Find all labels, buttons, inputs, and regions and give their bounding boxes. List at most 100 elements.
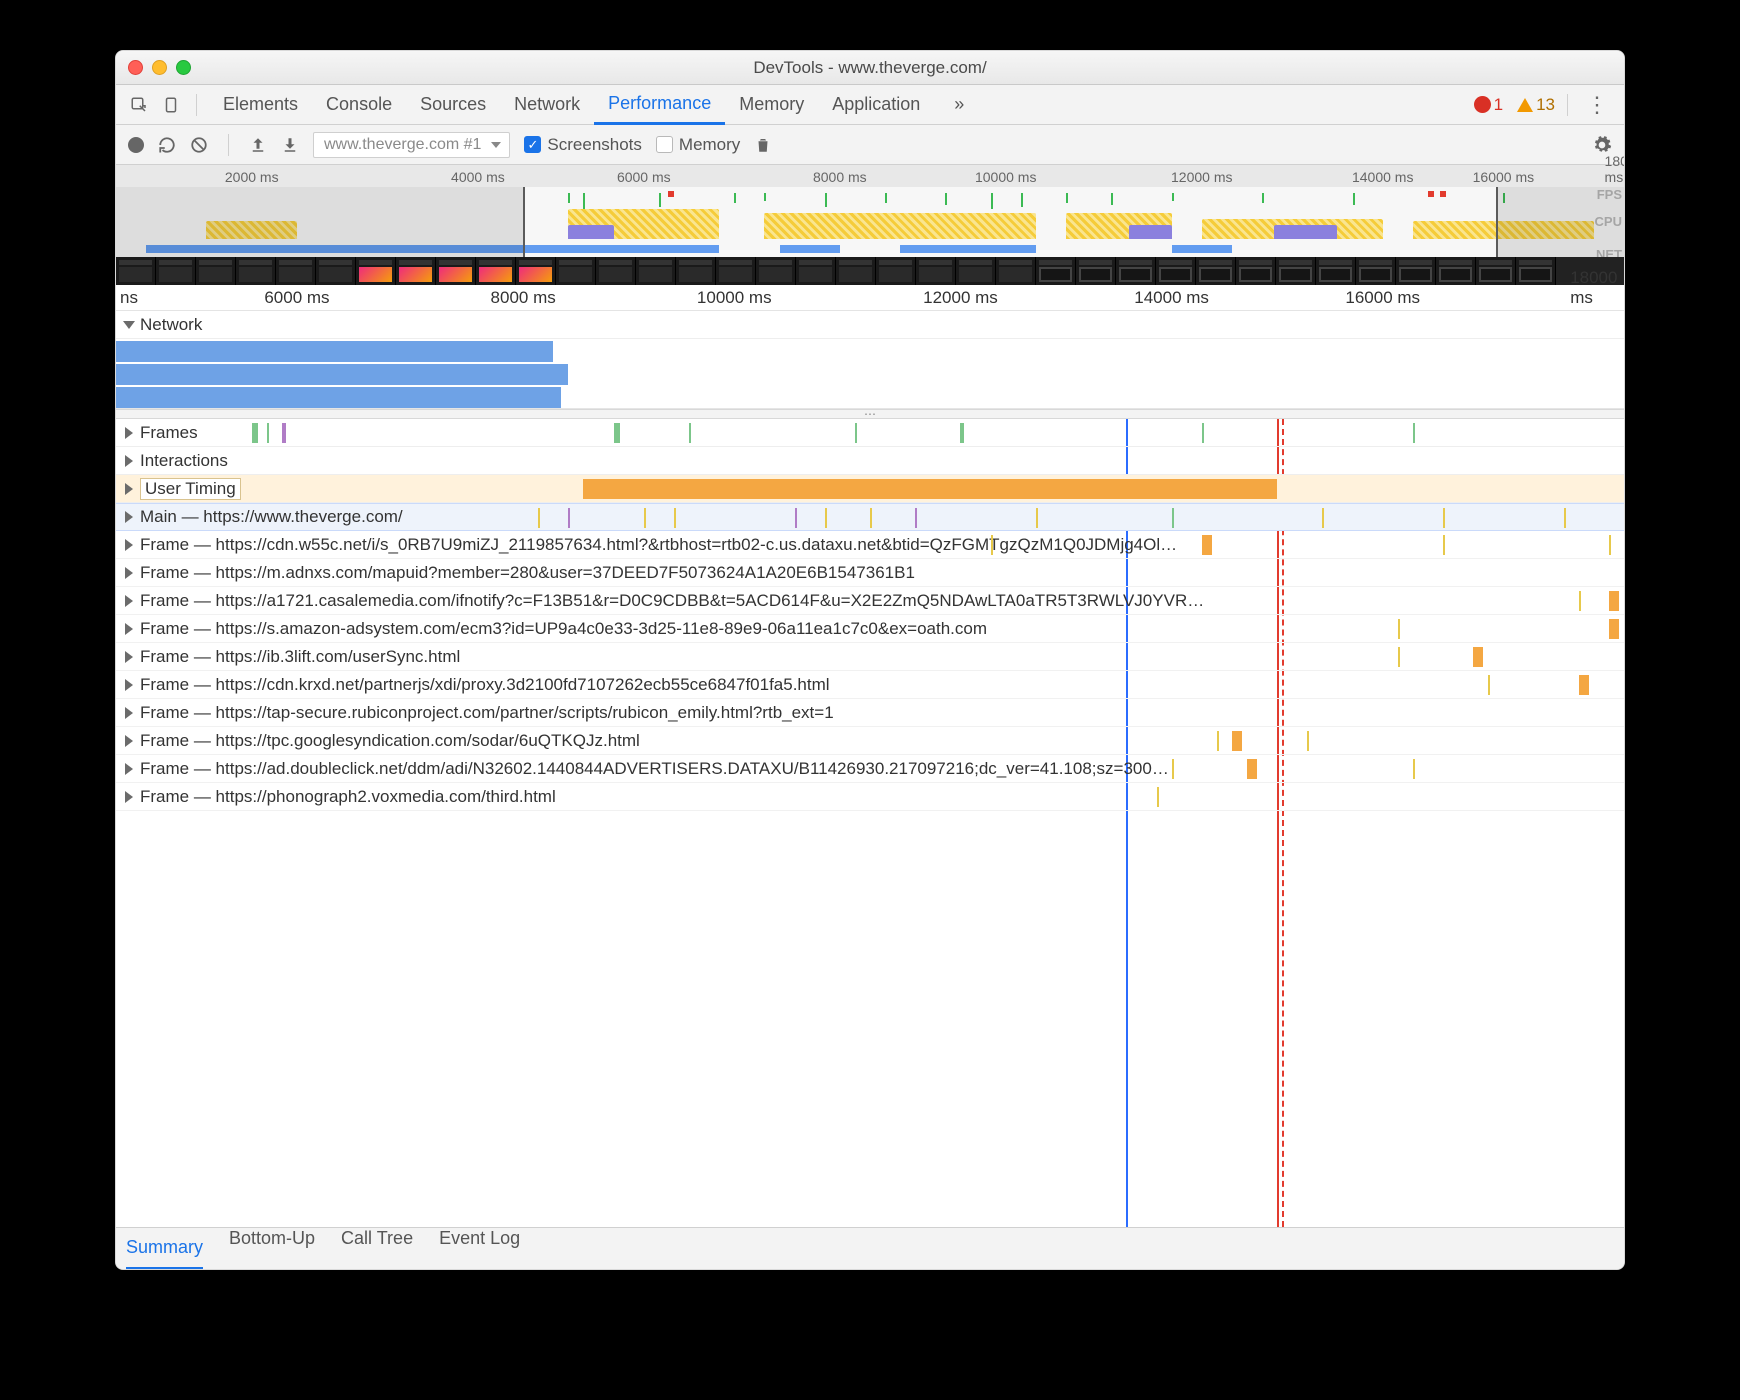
screenshot-thumb[interactable] xyxy=(676,257,716,285)
overview-tick: 12000 ms xyxy=(1171,169,1232,185)
frame-row[interactable]: Frame — https://s.amazon-adsystem.com/ec… xyxy=(116,615,1624,643)
screenshot-thumb[interactable] xyxy=(1356,257,1396,285)
screenshot-thumb[interactable] xyxy=(916,257,956,285)
ruler-tick: 6000 ms xyxy=(264,288,329,308)
tab-network[interactable]: Network xyxy=(500,85,594,125)
frame-row[interactable]: Frame — https://cdn.w55c.net/i/s_0RB7U9m… xyxy=(116,531,1624,559)
track-network-header[interactable]: Network xyxy=(116,311,1624,339)
track-user-timing[interactable]: User Timing xyxy=(116,475,1624,503)
overview-handle-left[interactable] xyxy=(523,187,525,257)
tab-application[interactable]: Application xyxy=(818,85,934,125)
warning-icon xyxy=(1517,98,1533,112)
screenshot-thumb[interactable] xyxy=(996,257,1036,285)
screenshot-thumb[interactable] xyxy=(636,257,676,285)
details-tabs: Summary Bottom-Up Call Tree Event Log xyxy=(116,1227,1624,1269)
frame-row[interactable]: Frame — https://tap-secure.rubiconprojec… xyxy=(116,699,1624,727)
reload-icon[interactable] xyxy=(158,136,176,154)
screenshot-thumb[interactable] xyxy=(1316,257,1356,285)
screenshot-thumb[interactable] xyxy=(396,257,436,285)
tab-console[interactable]: Console xyxy=(312,85,406,125)
screenshot-thumb[interactable] xyxy=(516,257,556,285)
screenshot-thumb[interactable] xyxy=(956,257,996,285)
chevron-right-icon xyxy=(122,567,136,579)
screenshot-thumb[interactable] xyxy=(356,257,396,285)
screenshot-thumb[interactable] xyxy=(276,257,316,285)
chevron-right-icon xyxy=(122,679,136,691)
screenshot-thumb[interactable] xyxy=(436,257,476,285)
details-tab-call-tree[interactable]: Call Tree xyxy=(341,1228,413,1270)
screenshot-thumb[interactable] xyxy=(236,257,276,285)
screenshot-thumb[interactable] xyxy=(1396,257,1436,285)
checkbox-icon xyxy=(656,136,673,153)
screenshot-thumb[interactable] xyxy=(196,257,236,285)
screenshot-thumb[interactable] xyxy=(1236,257,1276,285)
warning-count[interactable]: 13 xyxy=(1517,95,1555,115)
inspect-element-icon[interactable] xyxy=(126,92,152,118)
screenshots-checkbox[interactable]: ✓ Screenshots xyxy=(524,135,642,155)
screenshot-thumb[interactable] xyxy=(316,257,356,285)
frame-row[interactable]: Frame — https://ad.doubleclick.net/ddm/a… xyxy=(116,755,1624,783)
ruler-tick: 10000 ms xyxy=(697,288,772,308)
upload-icon[interactable] xyxy=(249,136,267,154)
timeline-overview[interactable]: 2000 ms4000 ms6000 ms8000 ms10000 ms1200… xyxy=(116,165,1624,285)
overview-tick: 10000 ms xyxy=(975,169,1036,185)
more-panels[interactable]: » xyxy=(940,85,978,125)
details-tab-event-log[interactable]: Event Log xyxy=(439,1228,520,1270)
screenshot-thumb[interactable] xyxy=(716,257,756,285)
screenshot-thumb[interactable] xyxy=(1436,257,1476,285)
details-tab-bottom-up[interactable]: Bottom-Up xyxy=(229,1228,315,1270)
screenshot-thumb[interactable] xyxy=(1036,257,1076,285)
overview-tick: 18000 ms xyxy=(1605,153,1625,185)
screenshot-thumb[interactable] xyxy=(1076,257,1116,285)
trash-icon[interactable] xyxy=(754,136,772,154)
screenshot-thumb[interactable] xyxy=(1196,257,1236,285)
screenshot-thumb[interactable] xyxy=(876,257,916,285)
screenshot-thumb[interactable] xyxy=(796,257,836,285)
kebab-menu-icon[interactable]: ⋮ xyxy=(1580,92,1614,118)
screenshot-thumb[interactable] xyxy=(476,257,516,285)
flamechart[interactable]: Frames Interactions User Timing Main — h… xyxy=(116,419,1624,1227)
screenshot-thumb[interactable] xyxy=(596,257,636,285)
track-main[interactable]: Main — https://www.theverge.com/ xyxy=(116,503,1624,531)
screenshot-thumb[interactable] xyxy=(156,257,196,285)
pane-resize-handle[interactable]: ⋯ xyxy=(116,409,1624,419)
frame-row[interactable]: Frame — https://a1721.casalemedia.com/if… xyxy=(116,587,1624,615)
memory-checkbox[interactable]: Memory xyxy=(656,135,740,155)
screenshot-thumb[interactable] xyxy=(836,257,876,285)
chevron-right-icon xyxy=(122,791,136,803)
device-toggle-icon[interactable] xyxy=(158,92,184,118)
tab-memory[interactable]: Memory xyxy=(725,85,818,125)
recording-select[interactable]: www.theverge.com #1 xyxy=(313,132,510,158)
screenshot-thumb[interactable] xyxy=(756,257,796,285)
tab-sources[interactable]: Sources xyxy=(406,85,500,125)
screenshot-thumb[interactable] xyxy=(1116,257,1156,285)
flamechart-ruler[interactable]: ns 6000 ms8000 ms10000 ms12000 ms14000 m… xyxy=(116,285,1624,311)
frame-row[interactable]: Frame — https://tpc.googlesyndication.co… xyxy=(116,727,1624,755)
screenshot-thumb[interactable] xyxy=(1476,257,1516,285)
details-tab-summary[interactable]: Summary xyxy=(126,1228,203,1270)
screenshot-filmstrip[interactable] xyxy=(116,257,1624,285)
download-icon[interactable] xyxy=(281,136,299,154)
overview-handle-right[interactable] xyxy=(1496,187,1498,257)
overview-tick: 16000 ms xyxy=(1473,169,1534,185)
track-frames[interactable]: Frames xyxy=(116,419,1624,447)
screenshot-thumb[interactable] xyxy=(1156,257,1196,285)
frame-row[interactable]: Frame — https://cdn.krxd.net/partnerjs/x… xyxy=(116,671,1624,699)
screenshot-thumb[interactable] xyxy=(116,257,156,285)
screenshot-thumb[interactable] xyxy=(1516,257,1556,285)
overview-body[interactable]: FPS CPU NET xyxy=(116,187,1624,257)
frame-row[interactable]: Frame — https://m.adnxs.com/mapuid?membe… xyxy=(116,559,1624,587)
tab-performance[interactable]: Performance xyxy=(594,85,725,125)
frame-row[interactable]: Frame — https://ib.3lift.com/userSync.ht… xyxy=(116,643,1624,671)
gear-icon[interactable] xyxy=(1592,135,1612,155)
error-count[interactable]: 1 xyxy=(1474,95,1503,115)
track-network-lane[interactable] xyxy=(116,339,1624,409)
screenshot-thumb[interactable] xyxy=(1276,257,1316,285)
record-button[interactable] xyxy=(128,137,144,153)
frame-row[interactable]: Frame — https://phonograph2.voxmedia.com… xyxy=(116,783,1624,811)
track-interactions[interactable]: Interactions xyxy=(116,447,1624,475)
tab-elements[interactable]: Elements xyxy=(209,85,312,125)
user-timing-bar[interactable] xyxy=(583,479,1277,499)
clear-icon[interactable] xyxy=(190,136,208,154)
screenshot-thumb[interactable] xyxy=(556,257,596,285)
